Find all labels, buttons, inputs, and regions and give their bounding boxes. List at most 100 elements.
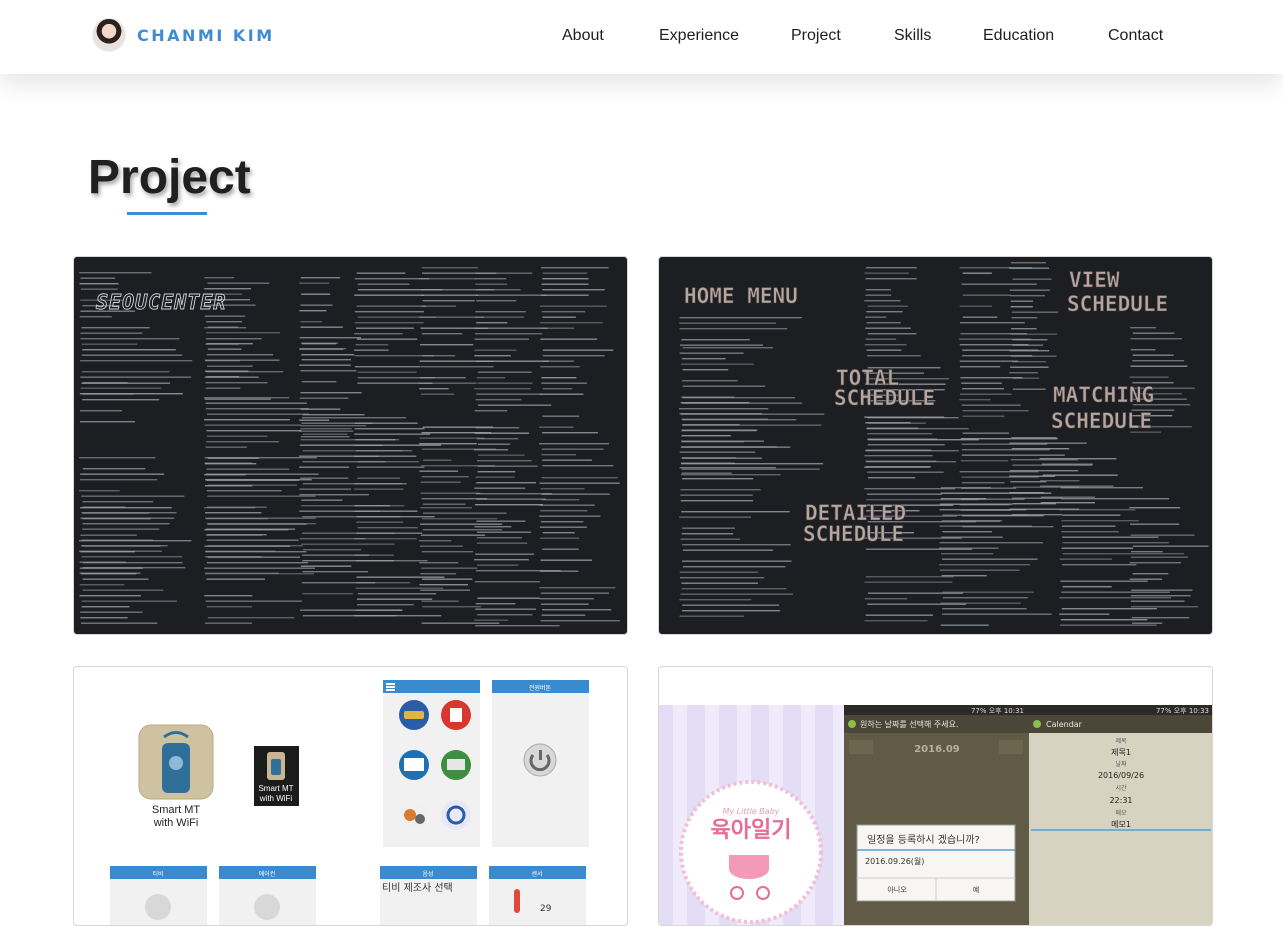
console-text-line [942, 597, 1028, 599]
label-total-2: SCHEDULE [834, 386, 935, 410]
console-text-line [865, 338, 897, 340]
console-text-line [475, 608, 537, 610]
project-card-schedule[interactable]: HOME MENU VIEW SCHEDULE TOTAL SCHEDULE M… [658, 256, 1213, 635]
console-text-line [205, 446, 247, 448]
nav-about[interactable]: About [562, 27, 604, 45]
console-text-line [80, 622, 158, 624]
console-text-line [474, 333, 543, 335]
console-text-line [475, 553, 535, 555]
svg-text:에어컨: 에어컨 [259, 870, 276, 878]
console-text-line [942, 613, 1052, 615]
console-text-line [960, 460, 1008, 462]
console-text-line [1130, 606, 1198, 608]
app-name-line1: Smart MT [152, 804, 201, 816]
console-text-line [961, 482, 1005, 484]
console-text-line [867, 422, 926, 424]
console-text-line [940, 624, 989, 626]
console-text-line [682, 457, 762, 459]
console-text-line [356, 466, 425, 468]
console-text-line [1130, 338, 1182, 340]
console-text-line [299, 337, 361, 339]
console-text-line [1061, 520, 1139, 522]
console-text-line [682, 385, 766, 387]
console-text-line [422, 606, 481, 608]
console-text-line [354, 615, 442, 617]
console-text-line [1012, 344, 1043, 346]
console-text-line [354, 349, 389, 351]
console-text-line [941, 536, 1003, 538]
svg-text:2016/09/26: 2016/09/26 [1098, 771, 1144, 780]
console-text-line [79, 421, 135, 423]
console-text-line [474, 449, 509, 451]
console-text-line [80, 332, 143, 334]
console-text-line [867, 477, 916, 479]
console-text-line [939, 569, 1020, 571]
console-text-line [681, 468, 820, 470]
app-name-line2: with WiFi [153, 817, 199, 829]
console-text-line [542, 360, 575, 362]
console-text-line [1130, 556, 1188, 558]
console-text-line [939, 542, 1043, 544]
console-text-line [1061, 591, 1170, 593]
console-text-line [79, 316, 112, 318]
console-text-line [1039, 485, 1114, 487]
console-text-line [79, 490, 120, 492]
console-text-line [354, 294, 424, 296]
console-text-line [82, 393, 134, 395]
console-text-line [541, 377, 577, 379]
console-text-line [206, 473, 319, 475]
project-card-console[interactable]: SEOUCENTER [73, 256, 628, 635]
console-text-line [1061, 498, 1170, 500]
nav-education[interactable]: Education [983, 27, 1054, 45]
nav-skills[interactable]: Skills [894, 27, 931, 45]
console-text-line [1009, 350, 1050, 352]
console-text-line [680, 363, 754, 365]
console-text-line [474, 316, 524, 318]
console-text-line [204, 376, 259, 378]
console-text-line [476, 564, 519, 566]
console-text-line [682, 424, 822, 426]
console-text-line [422, 518, 498, 520]
project-card-baby-diary[interactable]: My Little Baby 육아일기 77% 오후 10:31 원하는 날짜를… [658, 666, 1213, 926]
console-text-line [206, 606, 252, 608]
console-text-line [357, 593, 437, 595]
console-text-line [541, 614, 586, 616]
console-text-line [1011, 448, 1070, 450]
console-text-line [866, 311, 903, 313]
console-text-line [679, 516, 751, 518]
console-text-line [1060, 619, 1148, 621]
nav-experience[interactable]: Experience [659, 27, 739, 45]
console-text-line [79, 272, 152, 274]
console-text-line [474, 581, 540, 583]
console-text-line [354, 483, 407, 485]
console-text-line [299, 466, 350, 468]
console-text-line [941, 553, 994, 555]
console-text-line [961, 283, 1037, 285]
svg-text:with WiFi: with WiFi [259, 794, 293, 803]
console-text-line [299, 430, 354, 432]
console-text-line [421, 600, 459, 602]
console-text-line [79, 410, 123, 412]
console-text-line [541, 267, 609, 269]
console-text-line [942, 608, 1027, 610]
console-text-line [475, 294, 547, 296]
console-text-line [475, 283, 508, 285]
console-text-line [542, 272, 588, 274]
console-text-line [300, 436, 350, 438]
console-text-line [422, 529, 503, 531]
nav-project[interactable]: Project [791, 27, 841, 45]
console-text-line [204, 529, 289, 531]
console-text-line [1010, 295, 1045, 297]
project-card-smart-mt[interactable]: Smart MT with WiFi Smart MT with WiFi 전원… [73, 666, 628, 926]
console-text-line [867, 355, 921, 357]
console-text-line [540, 592, 609, 594]
console-text-line [302, 433, 348, 435]
console-text-line [1041, 463, 1093, 465]
console-text-line [419, 388, 449, 390]
console-text-line [80, 611, 143, 613]
console-text-line [864, 620, 928, 622]
console-text-line [542, 532, 575, 534]
svg-text:전원버튼: 전원버튼 [529, 684, 552, 692]
nav-contact[interactable]: Contact [1108, 27, 1163, 45]
console-text-line [204, 327, 247, 329]
